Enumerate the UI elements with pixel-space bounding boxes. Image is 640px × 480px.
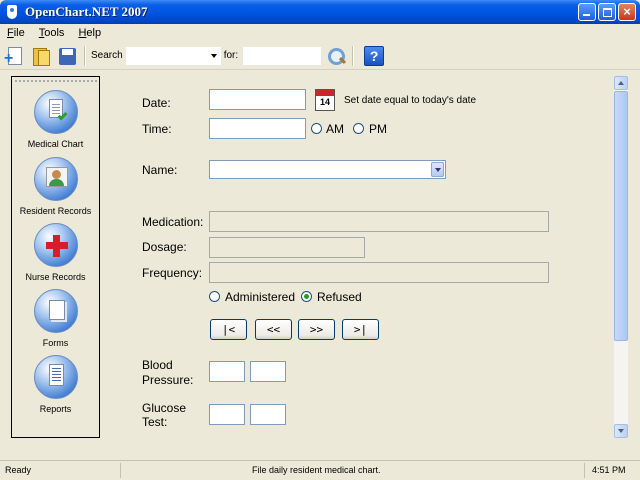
nurse-records-icon xyxy=(33,223,78,267)
sidebar-item-label: Medical Chart xyxy=(27,139,84,149)
pm-radio[interactable] xyxy=(353,123,364,134)
toolbar-separator xyxy=(84,45,85,66)
toolbar: Search for: ? xyxy=(0,42,640,70)
set-today-label: Set date equal to today's date xyxy=(344,95,477,106)
menu-file[interactable]: File xyxy=(7,27,25,39)
save-icon[interactable] xyxy=(56,45,78,67)
forms-icon xyxy=(33,289,78,333)
frequency-field xyxy=(209,262,549,283)
search-field-combo[interactable] xyxy=(125,46,221,65)
maximize-icon xyxy=(603,8,612,17)
close-button[interactable]: × xyxy=(618,3,636,21)
medication-label: Medication: xyxy=(142,215,204,229)
window-controls: × xyxy=(578,3,636,21)
blood-pressure-label: Blood xyxy=(142,358,173,372)
search-input[interactable] xyxy=(243,46,322,65)
am-radio[interactable] xyxy=(311,123,322,134)
glucose-field-1[interactable] xyxy=(209,404,245,425)
dosage-label: Dosage: xyxy=(142,240,187,254)
vertical-scrollbar[interactable] xyxy=(614,76,628,438)
minimize-icon xyxy=(583,14,590,16)
new-document-icon[interactable] xyxy=(4,45,26,67)
sidebar-item-nurse-records[interactable]: Nurse Records xyxy=(12,223,99,282)
status-message: File daily resident medical chart. xyxy=(252,465,381,475)
scrollbar-thumb[interactable] xyxy=(614,91,628,341)
systolic-field[interactable] xyxy=(209,361,245,382)
scroll-up-icon[interactable] xyxy=(614,76,628,90)
first-record-button[interactable]: |< xyxy=(210,319,247,340)
refused-radio[interactable] xyxy=(301,291,312,302)
diastolic-field[interactable] xyxy=(250,361,286,382)
chevron-down-icon xyxy=(210,53,217,58)
pm-label: PM xyxy=(369,122,387,136)
glucose-test-label: Glucose xyxy=(142,401,187,415)
last-record-button[interactable]: >| xyxy=(342,319,379,340)
sidebar-item-forms[interactable]: Forms xyxy=(12,289,99,348)
help-icon[interactable]: ? xyxy=(364,45,385,66)
administered-label: Administered xyxy=(225,290,296,304)
title-bar[interactable]: OpenChart.NET 2007 × xyxy=(0,0,640,24)
minimize-button[interactable] xyxy=(578,3,596,21)
sidebar-item-reports[interactable]: Reports xyxy=(12,355,99,414)
sidebar-item-label: Reports xyxy=(39,404,72,414)
status-bar: Ready File daily resident medical chart.… xyxy=(0,460,640,480)
status-clock: 4:51 PM xyxy=(592,465,626,475)
calendar-icon[interactable]: 14 xyxy=(315,89,335,111)
time-field[interactable] xyxy=(209,118,306,139)
medication-field xyxy=(209,211,549,232)
glucose-test-label-line2: Test: xyxy=(142,415,168,429)
name-select[interactable] xyxy=(209,160,446,179)
frequency-label: Frequency: xyxy=(142,266,203,280)
menu-bar: File Tools Help xyxy=(0,24,640,42)
glucose-field-2[interactable] xyxy=(250,404,286,425)
administered-radio[interactable] xyxy=(209,291,220,302)
menu-help[interactable]: Help xyxy=(78,27,101,39)
medical-chart-icon xyxy=(33,90,78,134)
sidebar-item-label: Nurse Records xyxy=(25,272,86,282)
previous-record-button[interactable]: << xyxy=(255,319,292,340)
blood-pressure-label-line2: Pressure: xyxy=(142,373,194,387)
date-label: Date: xyxy=(142,96,171,110)
time-label: Time: xyxy=(142,122,172,136)
sidebar: Medical Chart Resident Records Nurse Rec… xyxy=(11,76,100,438)
menu-tools[interactable]: Tools xyxy=(39,27,65,39)
sidebar-item-medical-chart[interactable]: Medical Chart xyxy=(12,90,99,149)
status-text: Ready xyxy=(5,465,32,475)
maximize-button[interactable] xyxy=(598,3,616,21)
for-label: for: xyxy=(223,50,239,61)
open-folder-icon[interactable] xyxy=(30,45,52,67)
dosage-field xyxy=(209,237,365,258)
reports-icon xyxy=(33,355,78,399)
next-record-button[interactable]: >> xyxy=(298,319,335,340)
toolbar-separator xyxy=(352,45,354,66)
window-title: OpenChart.NET 2007 xyxy=(25,4,148,19)
resident-records-icon xyxy=(33,157,78,201)
close-icon: × xyxy=(623,4,631,19)
date-field[interactable] xyxy=(209,89,306,110)
refused-label: Refused xyxy=(317,290,362,304)
sidebar-item-label: Resident Records xyxy=(19,206,92,216)
name-label: Name: xyxy=(142,163,178,177)
chevron-down-icon[interactable] xyxy=(431,162,444,177)
scroll-down-icon[interactable] xyxy=(614,424,628,438)
search-label: Search xyxy=(91,50,123,61)
am-label: AM xyxy=(326,122,344,136)
sidebar-item-resident-records[interactable]: Resident Records xyxy=(12,157,99,216)
app-icon xyxy=(5,5,19,19)
sidebar-item-label: Forms xyxy=(42,338,69,348)
sidebar-grip xyxy=(15,80,97,82)
search-icon[interactable] xyxy=(326,46,346,66)
